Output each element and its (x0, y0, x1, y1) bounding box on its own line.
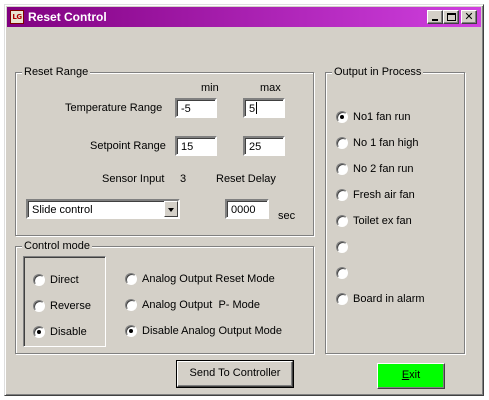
maximize-icon (447, 13, 456, 21)
window-title: Reset Control (28, 10, 107, 24)
radio-label: Reverse (50, 300, 91, 312)
sensor-select-value: Slide control (32, 204, 93, 216)
radio-label: Disable (50, 326, 87, 338)
sensor-input-label: Sensor Input (102, 173, 165, 185)
radio-label: Analog Output P- Mode (142, 299, 261, 311)
radio-button[interactable] (336, 189, 348, 201)
output-label: Toilet ex fan (353, 215, 412, 227)
radio-button[interactable] (336, 111, 348, 123)
reset-control-window: LG Reset Control ✕ Reset Range min max T… (4, 4, 484, 396)
min-column-label: min (201, 82, 219, 94)
output-in-process-group: Output in Process No1 fan run No 1 fan h… (325, 66, 465, 354)
radio-button[interactable] (336, 293, 348, 305)
maximize-button[interactable] (443, 10, 459, 24)
control-mode-group: Control mode Direct Reverse Disable Anal… (15, 240, 314, 354)
setpoint-min-input[interactable]: 15 (175, 136, 217, 156)
chevron-down-icon (168, 208, 174, 212)
exit-label-rest: xit (409, 369, 421, 381)
reset-delay-unit: sec (278, 210, 296, 222)
text-cursor (256, 102, 258, 114)
temperature-max-value: 5 (249, 103, 256, 115)
dropdown-button[interactable] (164, 201, 178, 217)
radio-button[interactable] (336, 215, 348, 227)
temperature-range-label: Temperature Range (65, 102, 163, 114)
radio-label: Disable Analog Output Mode (142, 325, 283, 337)
temperature-max-input[interactable]: 5 (243, 98, 285, 118)
close-icon: ✕ (464, 10, 474, 23)
setpoint-range-label: Setpoint Range (90, 140, 166, 152)
sensor-input-value: 3 (180, 173, 187, 185)
setpoint-max-input[interactable]: 25 (243, 136, 285, 156)
radio-button[interactable] (33, 326, 45, 338)
sensor-select[interactable]: Slide control (26, 199, 180, 219)
radio-button[interactable] (33, 274, 45, 286)
output-label: No 2 fan run (353, 163, 414, 175)
exit-button[interactable]: Exit (377, 363, 445, 389)
output-in-process-legend: Output in Process (332, 66, 424, 79)
radio-button[interactable] (125, 325, 137, 337)
app-logo-icon[interactable]: LG (10, 10, 24, 24)
radio-button[interactable] (336, 163, 348, 175)
max-column-label: max (260, 82, 281, 94)
reset-range-group: Reset Range min max Temperature Range -5… (15, 66, 314, 236)
reset-delay-label: Reset Delay (216, 173, 276, 185)
minimize-button[interactable] (427, 10, 443, 24)
send-to-controller-button[interactable]: Send To Controller (176, 360, 294, 388)
radio-label: Direct (50, 274, 79, 286)
output-label: No 1 fan high (353, 137, 419, 149)
radio-button[interactable] (336, 241, 348, 253)
title-bar[interactable]: LG Reset Control ✕ (7, 7, 481, 27)
temperature-min-input[interactable]: -5 (175, 98, 217, 118)
reset-delay-input[interactable]: 0000 (225, 199, 269, 219)
output-label: Board in alarm (353, 293, 425, 305)
radio-button[interactable] (33, 300, 45, 312)
reset-range-legend: Reset Range (22, 66, 91, 79)
radio-button[interactable] (336, 137, 348, 149)
radio-button[interactable] (336, 267, 348, 279)
radio-label: Analog Output Reset Mode (142, 273, 275, 285)
output-label: No1 fan run (353, 111, 411, 123)
control-mode-legend: Control mode (22, 240, 93, 253)
radio-button[interactable] (125, 273, 137, 285)
direction-options-panel: Direct Reverse Disable (23, 256, 106, 347)
minimize-icon (432, 19, 438, 21)
close-button[interactable]: ✕ (461, 10, 477, 24)
radio-button[interactable] (125, 299, 137, 311)
output-label: Fresh air fan (353, 189, 415, 201)
